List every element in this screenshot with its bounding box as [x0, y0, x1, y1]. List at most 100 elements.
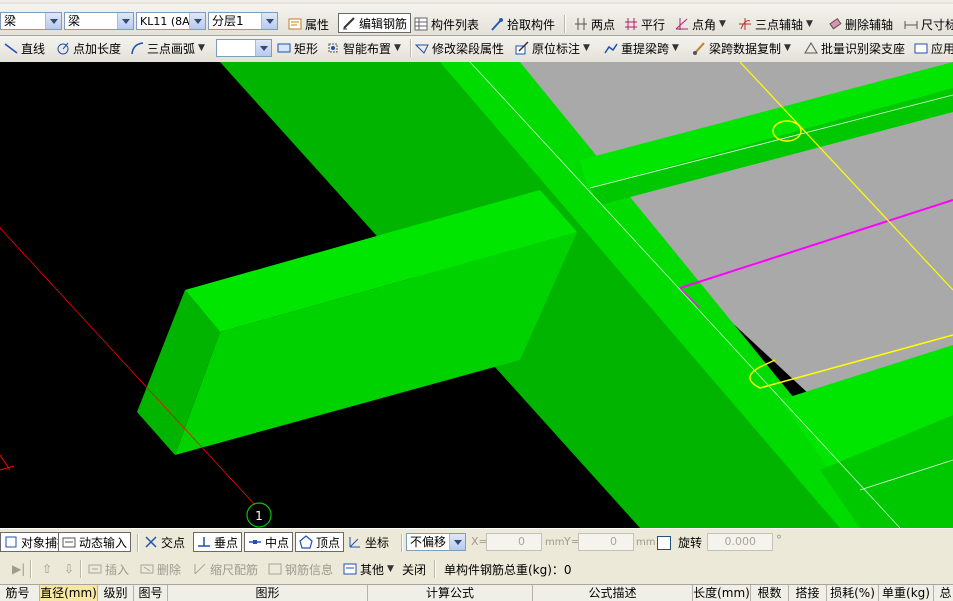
- properties-button[interactable]: 属性: [288, 14, 329, 34]
- dynamic-input-label: 动态输入: [79, 535, 128, 550]
- layer-combo[interactable]: 梁: [0, 12, 62, 30]
- in-situ-annotation-label: 原位标注: [532, 41, 581, 56]
- smart-layout-button[interactable]: 智能布置 ▼: [326, 38, 401, 58]
- dropdown-arrow-icon[interactable]: ▼: [387, 564, 394, 574]
- dropdown-arrow-icon[interactable]: ▼: [198, 43, 205, 53]
- col-length[interactable]: 长度(mm): [693, 585, 751, 601]
- dimension-button[interactable]: 尺寸标: [904, 14, 953, 34]
- insert-icon: [88, 562, 102, 576]
- chevron-down-icon[interactable]: [261, 13, 277, 29]
- x-unit: mm: [545, 537, 565, 548]
- col-count[interactable]: 根数: [751, 585, 789, 601]
- close-button[interactable]: 关闭: [402, 559, 426, 579]
- rectangle-button[interactable]: 矩形: [277, 38, 318, 58]
- other-button[interactable]: 其他 ▼: [343, 559, 394, 579]
- point-angle-label: 点角: [692, 17, 717, 32]
- dropdown-arrow-icon[interactable]: ▼: [784, 43, 791, 53]
- 3d-viewport[interactable]: 1: [0, 62, 953, 528]
- scale-rebar-button[interactable]: 缩尺配筋: [193, 559, 258, 579]
- intersection-snap-button[interactable]: 交点: [144, 532, 185, 552]
- col-figure-no[interactable]: 图号: [134, 585, 168, 601]
- col-diameter[interactable]: 直径(mm): [40, 585, 98, 601]
- perpendicular-icon: [197, 535, 211, 549]
- close-label: 关闭: [402, 562, 427, 577]
- col-rebar-no[interactable]: 筋号: [0, 585, 40, 601]
- col-total[interactable]: 总: [934, 585, 953, 601]
- rotate-input[interactable]: 0.000: [707, 533, 773, 551]
- chevron-down-icon[interactable]: [189, 13, 205, 29]
- parallel-button[interactable]: 平行: [624, 14, 665, 34]
- component-list-button[interactable]: 构件列表: [414, 14, 479, 34]
- point-angle-button[interactable]: 点角 ▼: [675, 14, 726, 34]
- delete-axis-label: 删除辅轴: [845, 17, 894, 32]
- three-point-axis-button[interactable]: 三点辅轴 ▼: [738, 14, 813, 34]
- dynamic-input-button[interactable]: 动态输入: [58, 532, 132, 552]
- midpoint-label: 中点: [265, 535, 290, 550]
- chevron-down-icon[interactable]: [255, 40, 271, 56]
- three-point-arc-button[interactable]: 三点画弧 ▼: [130, 38, 205, 58]
- annotation-icon: [515, 41, 529, 55]
- in-situ-annotation-button[interactable]: 原位标注 ▼: [515, 38, 590, 58]
- col-loss[interactable]: 损耗(%): [827, 585, 879, 601]
- component-list-label: 构件列表: [431, 17, 480, 32]
- batch-identify-support-label: 批量识别梁支座: [821, 41, 906, 56]
- col-shape[interactable]: 图形: [168, 585, 368, 601]
- rebar-info-button[interactable]: 钢筋信息: [268, 559, 333, 579]
- scale-icon: [193, 562, 207, 576]
- pick-component-button[interactable]: 拾取构件: [490, 14, 555, 34]
- intersection-icon: [144, 535, 158, 549]
- col-formula[interactable]: 计算公式: [368, 585, 533, 601]
- pick-component-label: 拾取构件: [507, 17, 556, 32]
- arc-icon: [130, 41, 144, 55]
- type-combo[interactable]: 梁: [64, 12, 134, 30]
- delete-button[interactable]: 删除: [140, 559, 181, 579]
- dropdown-arrow-icon[interactable]: ▼: [394, 43, 401, 53]
- edit-rebar-button[interactable]: 编辑钢筋: [338, 13, 412, 33]
- edit-rebar-label: 编辑钢筋: [359, 16, 408, 31]
- delete-axis-button[interactable]: 删除辅轴: [828, 14, 893, 34]
- component-combo[interactable]: KL11 (8A): [136, 12, 206, 30]
- separator: [30, 560, 32, 578]
- chevron-down-icon[interactable]: [117, 13, 133, 29]
- x-input[interactable]: 0: [486, 533, 542, 551]
- rotate-checkbox[interactable]: [657, 536, 671, 550]
- apply-label: 应用: [931, 41, 953, 56]
- last-row-icon[interactable]: ▶|: [12, 562, 25, 576]
- vertex-snap-button[interactable]: 顶点: [295, 532, 345, 552]
- dropdown-arrow-icon[interactable]: ▼: [672, 43, 679, 53]
- shape-combo[interactable]: [216, 39, 272, 57]
- three-point-arc-label: 三点画弧: [147, 41, 196, 56]
- perpendicular-snap-button[interactable]: 垂点: [193, 532, 243, 552]
- chevron-down-icon[interactable]: [45, 13, 61, 29]
- col-formula-desc[interactable]: 公式描述: [533, 585, 693, 601]
- dropdown-arrow-icon[interactable]: ▼: [583, 43, 590, 53]
- col-unit-weight[interactable]: 单重(kg): [879, 585, 934, 601]
- floor-combo[interactable]: 分层1: [208, 12, 278, 30]
- coordinate-snap-button[interactable]: 坐标: [348, 532, 389, 552]
- coordinate-icon: [348, 535, 362, 549]
- line-button[interactable]: 直线: [4, 38, 45, 58]
- toolbar-row-1: 梁 梁 KL11 (8A) 分层1 属性 编辑钢筋 构件列表 拾取构件 两点 平…: [0, 4, 953, 36]
- dropdown-arrow-icon[interactable]: ▼: [719, 19, 726, 29]
- col-grade[interactable]: 级别: [98, 585, 134, 601]
- two-points-button[interactable]: 两点: [574, 14, 615, 34]
- col-lap[interactable]: 搭接: [789, 585, 827, 601]
- apply-button[interactable]: 应用: [914, 38, 953, 58]
- properties-icon: [288, 17, 302, 31]
- insert-button[interactable]: 插入: [88, 559, 129, 579]
- dropdown-arrow-icon[interactable]: ▼: [806, 19, 813, 29]
- move-up-icon[interactable]: ⇧: [42, 562, 52, 576]
- scale-rebar-label: 缩尺配筋: [210, 562, 259, 577]
- batch-identify-support-button[interactable]: 批量识别梁支座: [804, 38, 905, 58]
- copy-span-data-button[interactable]: 梁跨数据复制 ▼: [692, 38, 791, 58]
- chevron-down-icon[interactable]: [449, 534, 465, 550]
- y-input[interactable]: 0: [578, 533, 634, 551]
- midpoint-snap-button[interactable]: 中点: [244, 532, 294, 552]
- move-down-icon[interactable]: ⇩: [64, 562, 74, 576]
- re-extract-span-button[interactable]: 重提梁跨 ▼: [604, 38, 679, 58]
- point-length-button[interactable]: 点加长度: [56, 38, 121, 58]
- offset-mode-combo[interactable]: 不偏移: [406, 533, 466, 551]
- modify-span-props-button[interactable]: 修改梁段属性: [414, 38, 504, 58]
- parallel-label: 平行: [641, 17, 666, 32]
- 3d-scene[interactable]: 1: [0, 62, 953, 528]
